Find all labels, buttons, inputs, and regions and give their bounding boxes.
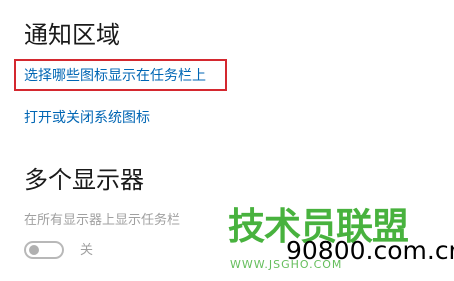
toggle-knob (29, 245, 39, 255)
select-taskbar-icons-link[interactable]: 选择哪些图标显示在任务栏上 (24, 67, 206, 85)
toggle-system-icons-link[interactable]: 打开或关闭系统图标 (24, 109, 150, 127)
watermark-url: 90800.com.cn (286, 236, 454, 265)
taskbar-settings-page: 通知区域 选择哪些图标显示在任务栏上 打开或关闭系统图标 多个显示器 在所有显示… (0, 0, 454, 281)
toggle-state-label: 关 (80, 243, 94, 258)
notification-area-heading: 通知区域 (24, 21, 120, 49)
show-taskbar-all-displays-toggle[interactable] (24, 241, 64, 259)
show-taskbar-all-displays-label: 在所有显示器上显示任务栏 (24, 213, 181, 228)
multiple-displays-heading: 多个显示器 (24, 166, 144, 194)
